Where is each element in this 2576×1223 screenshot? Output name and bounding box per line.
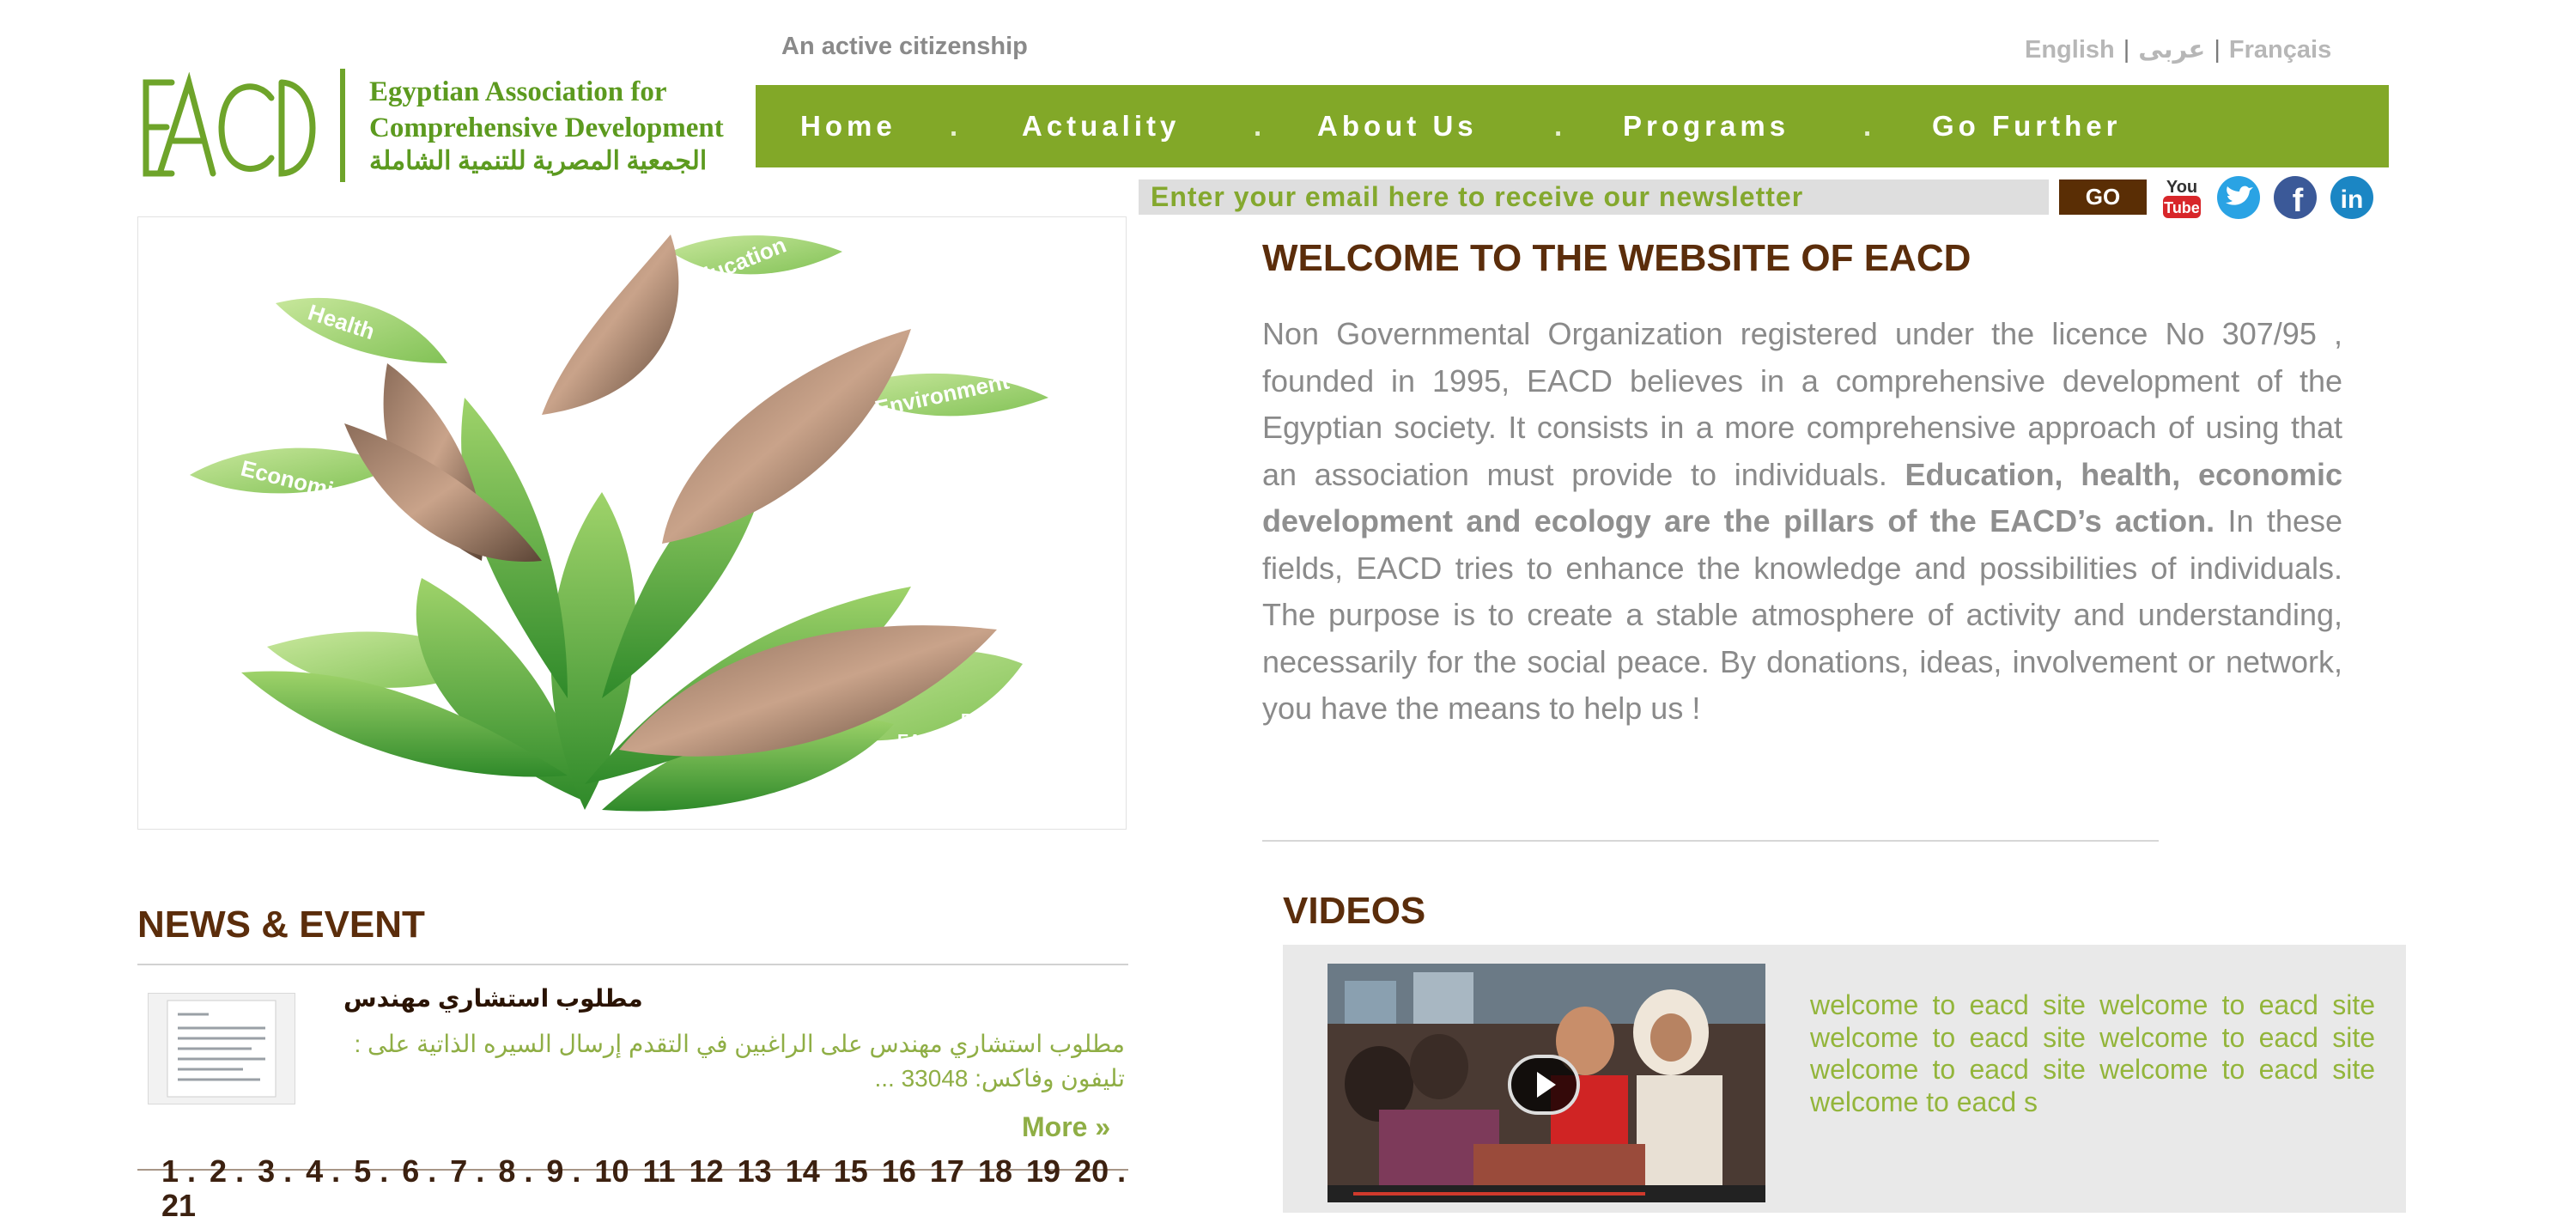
page-link-14[interactable]: 14 xyxy=(786,1153,820,1189)
facebook-glyph: f xyxy=(2293,183,2304,219)
newsletter-go-button[interactable]: GO xyxy=(2059,179,2147,215)
twitter-icon[interactable] xyxy=(2215,175,2262,220)
news-item-excerpt: مطلوب استشاري مهندس على الراغبين في التق… xyxy=(354,1031,1125,1092)
linkedin-icon[interactable]: in xyxy=(2329,175,2375,220)
logo-text: Egyptian Association for Comprehensive D… xyxy=(369,74,724,177)
page-link-8[interactable]: 8 . xyxy=(498,1153,532,1189)
page-link-9[interactable]: 9 . xyxy=(546,1153,580,1189)
video-player[interactable] xyxy=(1327,964,1765,1202)
twitter-icon-graphic xyxy=(2217,176,2260,219)
page-link-3[interactable]: 3 . xyxy=(258,1153,292,1189)
logo-divider xyxy=(340,69,345,182)
video-controls-bar[interactable] xyxy=(1327,1185,1765,1202)
news-more-link[interactable]: More » xyxy=(1022,1111,1110,1143)
hero-label-part-of: Part of xyxy=(961,711,1016,730)
page-link-1[interactable]: 1 . xyxy=(161,1153,196,1189)
page-link-15[interactable]: 15 xyxy=(834,1153,868,1189)
news-pagination: 1 . 2 . 3 . 4 . 5 . 6 . 7 . 8 . 9 . 10 1… xyxy=(161,1154,1132,1223)
lang-french[interactable]: Français xyxy=(2229,36,2331,64)
page-link-4[interactable]: 4 . xyxy=(306,1153,340,1189)
play-icon xyxy=(1537,1072,1556,1098)
page-link-5[interactable]: 5 . xyxy=(354,1153,388,1189)
youtube-icon-graphic: You Tube xyxy=(2163,178,2201,218)
news-item-thumbnail[interactable] xyxy=(148,993,295,1104)
welcome-text: Non Governmental Organization registered… xyxy=(1262,311,2342,733)
nav-separator: . xyxy=(1254,110,1262,142)
language-switcher: English | عربى | Français xyxy=(2025,34,2331,64)
play-button[interactable] xyxy=(1508,1055,1580,1115)
nav-about-us[interactable]: About Us xyxy=(1317,85,1478,167)
nav-separator: . xyxy=(950,110,958,142)
page-link-17[interactable]: 17 xyxy=(930,1153,964,1189)
logo-name-arabic: الجمعية المصرية للتنمية الشاملة xyxy=(369,147,708,175)
newsletter-email-input[interactable] xyxy=(1139,179,2049,215)
nav-separator: . xyxy=(1863,110,1872,142)
news-section-title: NEWS & EVENT xyxy=(137,904,425,946)
welcome-divider xyxy=(1262,840,2159,842)
page-link-19[interactable]: 19 xyxy=(1026,1153,1060,1189)
page-link-7[interactable]: 7 . xyxy=(450,1153,484,1189)
lang-arabic[interactable]: عربى xyxy=(2138,36,2205,64)
lang-separator: | xyxy=(2214,36,2221,64)
facebook-icon[interactable]: f xyxy=(2272,175,2318,220)
hero-illustration: Health Education Environment Economic Pa… xyxy=(190,232,1048,812)
nav-home[interactable]: Home xyxy=(800,85,896,167)
logo-name-line2: Comprehensive Development xyxy=(369,113,724,143)
nav-programs[interactable]: Programs xyxy=(1623,85,1789,167)
video-caption[interactable]: welcome to eacd site welcome to eacd sit… xyxy=(1810,989,2375,1118)
nav-actuality[interactable]: Actuality xyxy=(1022,85,1180,167)
lang-separator: | xyxy=(2123,36,2130,64)
page-link-16[interactable]: 16 xyxy=(882,1153,916,1189)
page-link-10[interactable]: 10 xyxy=(594,1153,629,1189)
eacd-logo-mark xyxy=(143,72,316,177)
linkedin-icon-graphic: in xyxy=(2330,176,2373,219)
hero-leaf-collage: Health Education Environment Economic Pa… xyxy=(137,216,1127,830)
page-link-20[interactable]: 20 . xyxy=(1074,1153,1126,1189)
document-thumbnail-icon xyxy=(167,1000,276,1098)
welcome-title: WELCOME TO THE WEBSITE OF EACD xyxy=(1262,237,1971,279)
hero-label-eacd-family: EACD Family xyxy=(897,732,1005,751)
page-link-6[interactable]: 6 . xyxy=(402,1153,436,1189)
video-progress-bar[interactable] xyxy=(1353,1192,1645,1196)
page-link-12[interactable]: 12 xyxy=(690,1153,724,1189)
page-link-13[interactable]: 13 xyxy=(738,1153,772,1189)
main-nav: Home . Actuality . About Us . Programs .… xyxy=(756,85,2389,167)
news-item-title[interactable]: مطلوب استشاري مهندس xyxy=(343,984,643,1013)
site-logo[interactable]: Egyptian Association for Comprehensive D… xyxy=(137,65,738,186)
youtube-label-bottom: Tube xyxy=(2164,199,2200,216)
nav-go-further[interactable]: Go Further xyxy=(1932,85,2122,167)
news-divider xyxy=(137,964,1128,965)
site-tagline: An active citizenship xyxy=(781,33,1028,60)
lang-english[interactable]: English xyxy=(2025,36,2115,64)
page-link-18[interactable]: 18 xyxy=(978,1153,1012,1189)
facebook-icon-graphic: f xyxy=(2274,176,2317,219)
videos-section-title: VIDEOS xyxy=(1283,890,1426,932)
youtube-label-top: You xyxy=(2166,178,2197,197)
nav-separator: . xyxy=(1554,110,1563,142)
logo-name-line1: Egyptian Association for xyxy=(369,76,667,107)
linkedin-glyph: in xyxy=(2341,186,2364,214)
youtube-icon[interactable]: You Tube xyxy=(2159,175,2205,220)
page-link-2[interactable]: 2 . xyxy=(210,1153,244,1189)
page-link-21[interactable]: 21 xyxy=(161,1188,196,1223)
page-link-11[interactable]: 11 xyxy=(642,1153,675,1189)
